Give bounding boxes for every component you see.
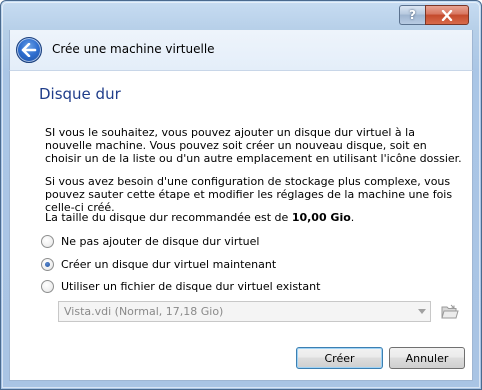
back-button[interactable] xyxy=(16,37,42,63)
wizard-page: Disque dur SI vous le souhaitez, vous po… xyxy=(9,70,473,381)
recommended-size-text: La taille du disque dur recommandée est … xyxy=(45,211,465,224)
caption-buttons: ? xyxy=(399,5,469,25)
wizard-title: Crée une machine virtuelle xyxy=(52,42,215,56)
existing-disk-select-value: Vista.vdi (Normal, 17,18 Gio) xyxy=(64,305,224,318)
recommended-size-value: 10,00 Gio xyxy=(291,211,351,224)
create-button[interactable]: Créer xyxy=(296,347,383,369)
option-create-disk-label: Créer un disque dur virtuel maintenant xyxy=(61,258,277,271)
chevron-down-icon xyxy=(414,302,430,321)
recommended-prefix: La taille du disque dur recommandée est … xyxy=(45,211,292,224)
option-no-disk-label: Ne pas ajouter de disque dur virtuel xyxy=(61,235,260,248)
wizard-header: Crée une machine virtuelle xyxy=(9,30,473,70)
option-existing-disk[interactable]: Utiliser un fichier de disque dur virtue… xyxy=(41,280,320,293)
existing-disk-select[interactable]: Vista.vdi (Normal, 17,18 Gio) xyxy=(58,301,431,322)
close-icon xyxy=(441,9,453,21)
radio-create-disk[interactable] xyxy=(41,258,54,271)
radio-existing-disk[interactable] xyxy=(41,280,54,293)
intro-paragraph: SI vous le souhaitez, vous pouvez ajoute… xyxy=(45,126,462,165)
cancel-button[interactable]: Annuler xyxy=(389,347,465,369)
folder-icon xyxy=(441,304,459,319)
radio-no-disk[interactable] xyxy=(41,235,54,248)
back-arrow-icon xyxy=(21,43,37,57)
close-button[interactable] xyxy=(425,5,469,25)
option-existing-disk-label: Utiliser un fichier de disque dur virtue… xyxy=(61,280,321,293)
help-button[interactable]: ? xyxy=(399,5,425,25)
page-title: Disque dur xyxy=(39,85,121,103)
option-create-disk[interactable]: Créer un disque dur virtuel maintenant xyxy=(41,258,276,271)
choose-disk-folder-button[interactable] xyxy=(439,301,461,323)
advanced-paragraph: Si vous avez besoin d'une configuration … xyxy=(45,175,453,214)
option-no-disk[interactable]: Ne pas ajouter de disque dur virtuel xyxy=(41,235,259,248)
recommended-suffix: . xyxy=(350,211,355,224)
dialog-window: ? Crée une machine virtuelle Disque dur … xyxy=(0,0,482,390)
